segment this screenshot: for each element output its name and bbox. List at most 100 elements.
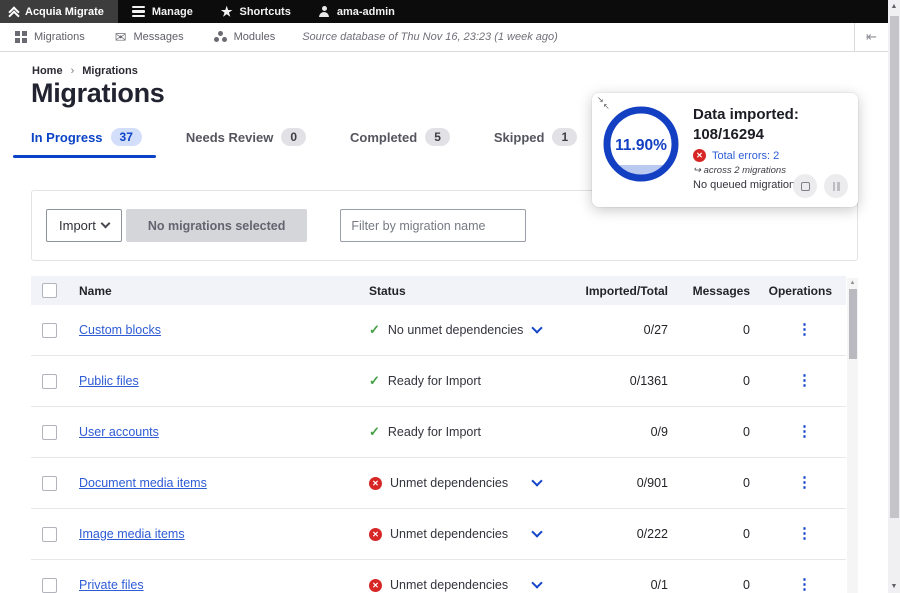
operations-menu-button[interactable]: ⋮ bbox=[756, 425, 846, 439]
import-progress-popup: ↘↖ 11.90% Data imported: 108/16294 ✕ Tot… bbox=[592, 93, 858, 207]
operations-menu-button[interactable]: ⋮ bbox=[756, 578, 846, 592]
shortcuts-label: Shortcuts bbox=[239, 6, 290, 18]
error-x-icon: ✕ bbox=[369, 528, 382, 541]
shortcuts-menu[interactable]: ★ Shortcuts bbox=[207, 0, 305, 23]
page-scrollbar[interactable]: ▲ ▼ bbox=[888, 0, 900, 593]
messages-count: 0 bbox=[674, 374, 756, 388]
collapse-icon: ⇤ bbox=[866, 29, 877, 45]
tab-needs-review[interactable]: Needs Review 0 bbox=[186, 128, 306, 158]
migration-name-link[interactable]: User accounts bbox=[79, 425, 159, 439]
acquia-migrate-app: Acquia Migrate Manage ★ Shortcuts ama-ad… bbox=[0, 0, 900, 593]
expand-chevron-icon[interactable] bbox=[531, 577, 542, 588]
table-scrollbar[interactable]: ▲ bbox=[847, 278, 858, 593]
toolbar-collapse-button[interactable]: ⇤ bbox=[854, 23, 888, 52]
tab-count-badge: 5 bbox=[425, 128, 450, 146]
acquia-logo-icon bbox=[10, 8, 18, 15]
row-checkbox[interactable] bbox=[42, 476, 57, 491]
breadcrumb-home[interactable]: Home bbox=[32, 65, 63, 77]
migrations-table: Name Status Imported/Total Messages Oper… bbox=[31, 276, 858, 593]
migration-name-link[interactable]: Image media items bbox=[79, 527, 185, 541]
table-row: Public files ✓ ✕ Ready for Import 0/1361… bbox=[31, 356, 846, 407]
operations-menu-button[interactable]: ⋮ bbox=[756, 527, 846, 541]
manage-label: Manage bbox=[152, 6, 193, 18]
messages-count: 0 bbox=[674, 578, 756, 592]
tab-in-progress[interactable]: In Progress 37 bbox=[31, 128, 142, 158]
tab-skipped[interactable]: Skipped 1 bbox=[494, 128, 577, 158]
import-dropdown-button[interactable]: Import bbox=[46, 209, 122, 242]
import-label: Import bbox=[59, 218, 96, 233]
breadcrumb-separator: › bbox=[71, 65, 75, 77]
selection-status-button: No migrations selected bbox=[126, 209, 308, 242]
row-checkbox[interactable] bbox=[42, 323, 57, 338]
data-imported-value: 108/16294 bbox=[693, 125, 846, 145]
table-row: Document media items ✓ ✕ Unmet dependenc… bbox=[31, 458, 846, 509]
row-checkbox[interactable] bbox=[42, 578, 57, 593]
brand-label: Acquia Migrate bbox=[25, 6, 104, 18]
table-row: User accounts ✓ ✕ Ready for Import 0/9 0… bbox=[31, 407, 846, 458]
operations-menu-button[interactable]: ⋮ bbox=[756, 323, 846, 337]
select-all-checkbox[interactable] bbox=[42, 283, 57, 298]
imported-total-value: 0/901 bbox=[569, 476, 674, 490]
row-checkbox[interactable] bbox=[42, 425, 57, 440]
expand-chevron-icon[interactable] bbox=[531, 526, 542, 537]
user-icon bbox=[319, 6, 330, 17]
grid-icon bbox=[15, 31, 20, 36]
messages-count: 0 bbox=[674, 425, 756, 439]
operations-menu-button[interactable]: ⋮ bbox=[756, 476, 846, 490]
page-scrollbar-thumb[interactable] bbox=[890, 16, 899, 518]
expand-chevron-icon[interactable] bbox=[531, 322, 542, 333]
row-checkbox[interactable] bbox=[42, 374, 57, 389]
nav-modules[interactable]: Modules bbox=[199, 31, 291, 43]
tab-label: Needs Review bbox=[186, 130, 273, 145]
username-label: ama-admin bbox=[337, 6, 395, 18]
manage-menu[interactable]: Manage bbox=[118, 0, 207, 23]
scroll-up-icon[interactable]: ▲ bbox=[888, 3, 900, 10]
header-messages: Messages bbox=[674, 284, 756, 298]
migration-name-link[interactable]: Public files bbox=[79, 374, 139, 388]
header-imported-total: Imported/Total bbox=[569, 284, 674, 298]
data-imported-label: Data imported: bbox=[693, 105, 846, 125]
tab-count-badge: 1 bbox=[552, 128, 577, 146]
operations-menu-button[interactable]: ⋮ bbox=[756, 374, 846, 388]
nav-migrations[interactable]: Migrations bbox=[0, 31, 100, 43]
star-icon: ★ bbox=[221, 5, 233, 18]
scroll-down-icon[interactable]: ▼ bbox=[888, 583, 900, 590]
pause-icon bbox=[833, 182, 840, 191]
secondary-toolbar: Migrations ✉ Messages Modules Source dat… bbox=[0, 23, 888, 52]
header-operations: Operations bbox=[756, 284, 846, 298]
brand-acquia-migrate[interactable]: Acquia Migrate bbox=[0, 0, 118, 23]
tab-count-badge: 0 bbox=[281, 128, 306, 146]
error-x-icon: ✕ bbox=[369, 579, 382, 592]
table-row: Private files ✓ ✕ Unmet dependencies 0/1… bbox=[31, 560, 846, 593]
nav-messages-label: Messages bbox=[133, 31, 183, 43]
progress-gauge: 11.90% bbox=[602, 105, 680, 183]
header-name: Name bbox=[79, 284, 369, 298]
nav-messages[interactable]: ✉ Messages bbox=[100, 30, 199, 44]
migration-name-link[interactable]: Private files bbox=[79, 578, 144, 592]
imported-total-value: 0/9 bbox=[569, 425, 674, 439]
scroll-up-icon[interactable]: ▲ bbox=[847, 280, 858, 286]
pause-button[interactable] bbox=[824, 174, 848, 198]
stop-button[interactable] bbox=[793, 174, 817, 198]
imported-total-value: 0/222 bbox=[569, 527, 674, 541]
migration-name-link[interactable]: Custom blocks bbox=[79, 323, 161, 337]
user-menu[interactable]: ama-admin bbox=[305, 0, 409, 23]
imported-total-value: 0/27 bbox=[569, 323, 674, 337]
table-header-row: Name Status Imported/Total Messages Oper… bbox=[31, 276, 846, 305]
breadcrumb-current: Migrations bbox=[82, 65, 138, 77]
tab-completed[interactable]: Completed 5 bbox=[350, 128, 450, 158]
status-text: Unmet dependencies bbox=[390, 527, 508, 541]
messages-count: 0 bbox=[674, 527, 756, 541]
success-check-icon: ✓ bbox=[369, 322, 380, 338]
row-checkbox[interactable] bbox=[42, 527, 57, 542]
total-errors-link[interactable]: Total errors: 2 bbox=[712, 150, 779, 162]
messages-count: 0 bbox=[674, 476, 756, 490]
error-x-icon: ✕ bbox=[369, 477, 382, 490]
migration-name-link[interactable]: Document media items bbox=[79, 476, 207, 490]
table-scrollbar-thumb[interactable] bbox=[849, 289, 857, 359]
migration-filter-input[interactable] bbox=[340, 209, 526, 242]
expand-chevron-icon[interactable] bbox=[531, 475, 542, 486]
collapse-handle-icon[interactable]: ↘↖ bbox=[597, 96, 613, 112]
admin-toolbar: Acquia Migrate Manage ★ Shortcuts ama-ad… bbox=[0, 0, 888, 23]
nav-modules-label: Modules bbox=[234, 31, 276, 43]
